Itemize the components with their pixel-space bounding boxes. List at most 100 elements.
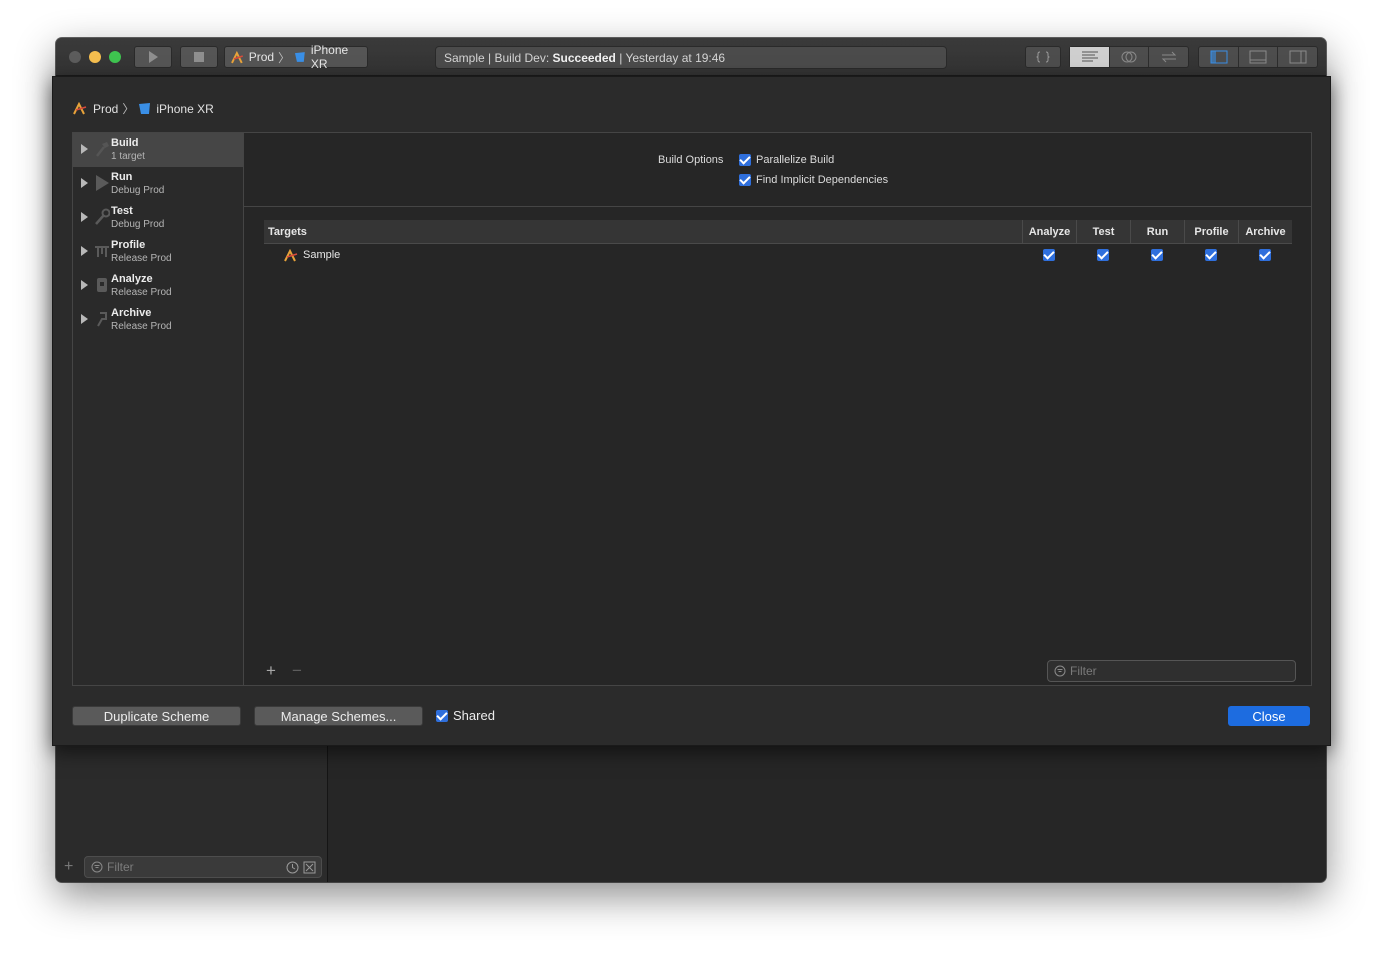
minimize-window-button[interactable] (89, 51, 101, 63)
profile-column-header[interactable]: Profile (1184, 220, 1238, 243)
assistant-editor-icon[interactable] (1110, 47, 1149, 67)
activity-suffix: | Yesterday at 19:46 (619, 50, 726, 65)
library-button[interactable] (1025, 46, 1061, 68)
test-cell (1076, 244, 1130, 266)
chevron-right-icon: 〉 (122, 102, 135, 116)
device-icon (139, 103, 151, 114)
version-editor-icon[interactable] (1149, 47, 1188, 67)
editor-mode-control (1069, 46, 1189, 68)
scm-filter-icon[interactable] (303, 861, 316, 874)
test-column-header[interactable]: Test (1076, 220, 1130, 243)
targets-filter-placeholder: Filter (1070, 664, 1097, 678)
add-target-button[interactable]: + (266, 661, 276, 681)
disclosure-triangle-icon[interactable] (81, 246, 88, 256)
profile-cell (1184, 244, 1238, 266)
run-button[interactable] (134, 46, 172, 68)
phase-test[interactable]: Test Debug Prod (73, 201, 243, 235)
zoom-window-button[interactable] (109, 51, 121, 63)
editor-area (328, 744, 1326, 882)
shared-checkbox[interactable] (436, 709, 448, 722)
manage-schemes-button[interactable]: Manage Schemes... (254, 706, 423, 726)
run-checkbox[interactable] (1151, 249, 1163, 261)
disclosure-triangle-icon[interactable] (81, 178, 88, 188)
shared-option[interactable]: Shared (436, 708, 495, 723)
disclosure-triangle-icon[interactable] (81, 314, 88, 324)
app-icon (231, 50, 243, 63)
phase-name: Test (111, 205, 133, 217)
test-checkbox[interactable] (1097, 249, 1109, 261)
target-name: Sample (303, 249, 341, 261)
close-button[interactable]: Close (1228, 706, 1310, 726)
phase-subtitle: Release Prod (111, 253, 172, 264)
archive-column-header[interactable]: Archive (1238, 220, 1292, 243)
implicit-dependencies-checkbox[interactable] (739, 174, 751, 186)
implicit-dependencies-option[interactable]: Find Implicit Dependencies (739, 174, 888, 186)
archive-icon (97, 312, 107, 327)
profile-checkbox[interactable] (1205, 249, 1217, 261)
duplicate-scheme-button[interactable]: Duplicate Scheme (72, 706, 241, 726)
analyze-column-header[interactable]: Analyze (1022, 220, 1076, 243)
activity-status: Succeeded (552, 50, 616, 65)
parallelize-build-checkbox[interactable] (739, 154, 751, 166)
disclosure-triangle-icon[interactable] (81, 212, 88, 222)
filter-icon (91, 861, 103, 873)
phase-subtitle: Release Prod (111, 321, 172, 332)
phase-run[interactable]: Run Debug Prod (73, 167, 243, 201)
clock-icon[interactable] (286, 861, 299, 874)
phase-profile[interactable]: Profile Release Prod (73, 235, 243, 269)
stop-button[interactable] (180, 46, 218, 68)
phase-archive[interactable]: Archive Release Prod (73, 303, 243, 337)
filter-icon (1054, 665, 1066, 677)
targets-column-header[interactable]: Targets (264, 220, 1022, 243)
parallelize-build-option[interactable]: Parallelize Build (739, 154, 834, 166)
scheme-name: Prod (248, 50, 275, 64)
add-icon[interactable]: + (64, 858, 73, 876)
parallelize-build-label: Parallelize Build (756, 154, 835, 166)
braces-icon (1026, 47, 1060, 67)
activity-prefix: Sample | Build Dev: (444, 50, 550, 65)
build-phase-content: Build Options Parallelize Build Find Imp… (243, 132, 1312, 686)
disclosure-triangle-icon[interactable] (81, 144, 88, 154)
phase-subtitle: Debug Prod (111, 185, 165, 196)
phase-analyze[interactable]: Analyze Release Prod (73, 269, 243, 303)
breadcrumb-device: iPhone XR (156, 101, 214, 116)
phase-build[interactable]: Build 1 target (73, 133, 243, 167)
build-options-label: Build Options (658, 154, 724, 166)
panel-toggle-control (1198, 46, 1318, 68)
scheme-phase-list: Build 1 target Run Debug Prod Test Debug… (72, 132, 243, 686)
phase-name: Profile (111, 239, 146, 251)
close-window-button[interactable] (69, 51, 81, 63)
phase-subtitle: Debug Prod (111, 219, 165, 230)
targets-header: Targets Analyze Test Run Profile Archive (264, 220, 1292, 244)
play-icon (149, 51, 158, 63)
debug-area-toggle-icon[interactable] (1239, 47, 1278, 67)
targets-filter-field[interactable]: Filter (1047, 660, 1296, 682)
app-icon (284, 248, 298, 261)
phase-name: Build (111, 137, 139, 149)
archive-cell (1238, 244, 1292, 266)
app-icon (73, 102, 87, 115)
navigator-filter-field[interactable]: Filter (84, 856, 322, 878)
run-column-header[interactable]: Run (1130, 220, 1184, 243)
scheme-breadcrumb[interactable]: Prod 〉 iPhone XR (73, 100, 214, 117)
play-icon (96, 175, 109, 191)
standard-editor-icon[interactable] (1070, 47, 1110, 67)
disclosure-triangle-icon[interactable] (81, 280, 88, 290)
hammer-icon (96, 142, 109, 157)
inspector-toggle-icon[interactable] (1278, 47, 1317, 67)
targets-table: Targets Analyze Test Run Profile Archive… (264, 220, 1292, 266)
archive-checkbox[interactable] (1259, 249, 1271, 261)
chevron-right-icon: 〉 (278, 50, 291, 65)
device-icon (295, 52, 305, 62)
analyze-checkbox[interactable] (1043, 249, 1055, 261)
stop-icon (194, 52, 204, 62)
scheme-editor-sheet: Prod 〉 iPhone XR Build 1 target Run Debu… (52, 76, 1331, 746)
phase-subtitle: 1 target (111, 151, 145, 162)
phase-name: Analyze (111, 273, 153, 285)
navigator-toggle-icon[interactable] (1199, 47, 1239, 67)
remove-target-button[interactable]: − (292, 661, 302, 681)
device-name: iPhone XR (310, 43, 349, 71)
toolbar: Prod 〉 iPhone XR Sample | Build Dev: Suc… (56, 38, 1326, 76)
table-row[interactable]: Sample (264, 244, 1292, 266)
scheme-selector[interactable]: Prod 〉 iPhone XR (224, 43, 368, 71)
